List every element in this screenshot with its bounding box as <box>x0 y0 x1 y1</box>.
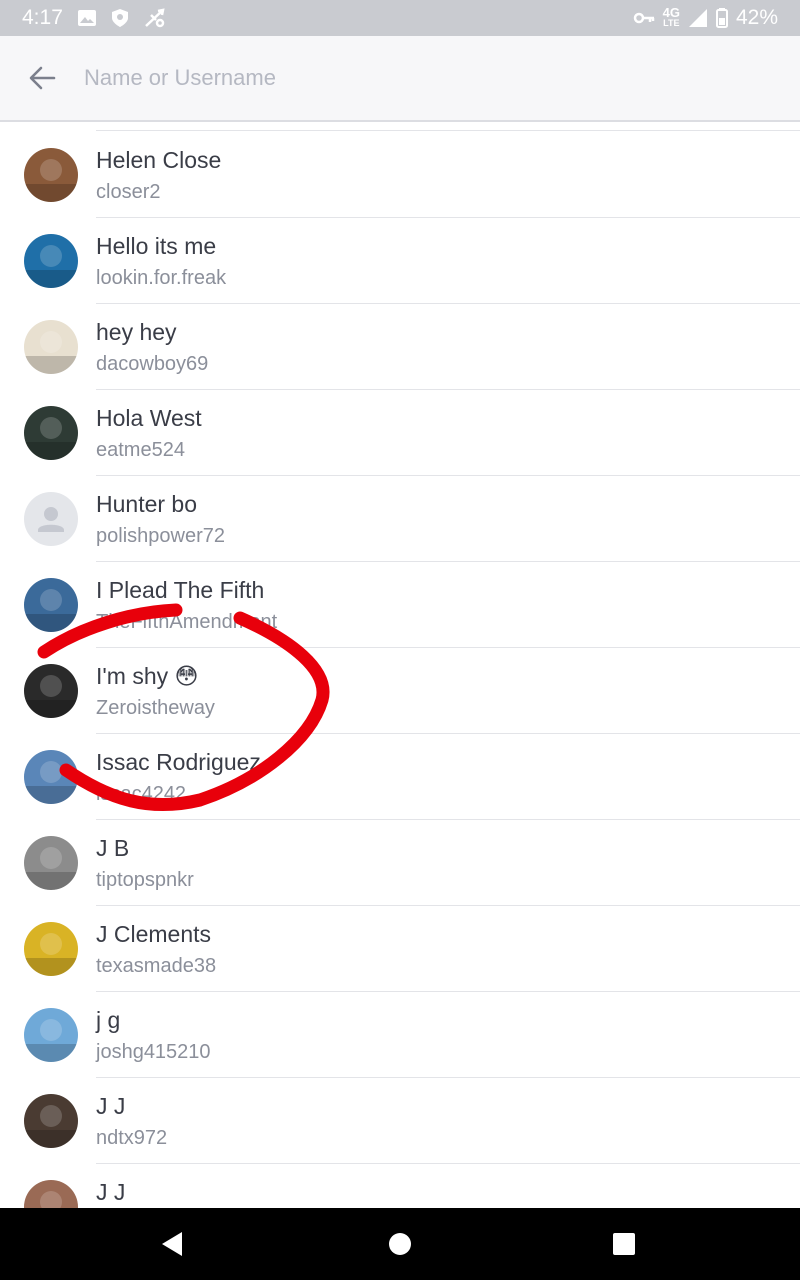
contact-name: Hello its me <box>96 233 217 259</box>
image-icon <box>77 9 97 27</box>
avatar <box>24 492 78 546</box>
contact-row[interactable]: Helen Close closer2 <box>0 132 800 218</box>
avatar <box>24 1180 78 1208</box>
contact-name: Hola West <box>96 405 202 431</box>
avatar-photo <box>24 1180 78 1208</box>
status-bar: 4:17 4G LTE 42% <box>0 0 800 36</box>
contact-name: hey hey <box>96 319 177 345</box>
contact-username: tiptopspnkr <box>96 869 194 891</box>
contact-username: dacowboy69 <box>96 353 209 375</box>
home-nav-button[interactable] <box>380 1224 420 1264</box>
avatar <box>24 578 78 632</box>
network-subtype: LTE <box>663 18 680 28</box>
avatar <box>24 406 78 460</box>
contact-name: Issac Rodriguez <box>96 749 261 775</box>
avatar <box>24 148 78 202</box>
contact-name: J J <box>96 1179 126 1205</box>
arrow-left-icon <box>29 66 56 90</box>
avatar <box>24 750 78 804</box>
network-type: 4G <box>662 5 680 20</box>
avatar <box>24 234 78 288</box>
back-triangle-icon <box>162 1232 182 1256</box>
contact-name: I Plead The Fifth <box>96 577 265 603</box>
avatar <box>24 1094 78 1148</box>
contact-username: joshg415210 <box>96 1041 211 1063</box>
avatar-photo <box>24 1094 78 1148</box>
contact-name: Helen Close <box>96 147 222 173</box>
contact-name: J B <box>96 835 130 861</box>
avatar-photo <box>24 234 78 288</box>
shield-icon <box>111 8 129 28</box>
contact-username: TheFifthAmendment <box>96 611 278 633</box>
avatar-photo <box>24 320 78 374</box>
navigation-bar <box>0 1208 800 1280</box>
avatar <box>24 836 78 890</box>
avatar-photo <box>24 922 78 976</box>
avatar-photo <box>24 406 78 460</box>
avatar <box>24 320 78 374</box>
contact-row[interactable]: J Clements texasmade38 <box>0 906 800 992</box>
search-header <box>0 36 800 122</box>
contact-name: j g <box>96 1007 121 1033</box>
recents-nav-button[interactable] <box>604 1224 644 1264</box>
contact-name: Hunter bo <box>96 491 198 517</box>
recents-square-icon <box>613 1233 635 1255</box>
list-divider <box>96 130 800 131</box>
contact-username: polishpower72 <box>96 525 225 547</box>
avatar-photo <box>24 578 78 632</box>
contact-row[interactable]: Hunter bo polishpower72 <box>0 476 800 562</box>
contact-row[interactable]: J B tiptopspnkr <box>0 820 800 906</box>
contact-row[interactable]: Hello its me lookin.for.freak <box>0 218 800 304</box>
contact-name: I'm shy 😳 <box>96 663 199 689</box>
contact-row[interactable]: I'm shy 😳 Zeroistheway <box>0 648 800 734</box>
avatar <box>24 1008 78 1062</box>
status-time: 4:17 <box>22 6 63 29</box>
avatar-photo <box>24 836 78 890</box>
contact-row[interactable]: J J <box>0 1164 800 1208</box>
avatar-photo <box>24 1008 78 1062</box>
key-icon <box>633 11 655 25</box>
contact-row[interactable]: I Plead The Fifth TheFifthAmendment <box>0 562 800 648</box>
contact-row[interactable]: hey hey dacowboy69 <box>0 304 800 390</box>
contact-username: eatme524 <box>96 439 185 461</box>
avatar <box>24 922 78 976</box>
back-button[interactable] <box>0 35 84 121</box>
home-circle-icon <box>389 1233 411 1255</box>
contact-name: J Clements <box>96 921 212 947</box>
avatar-photo <box>24 664 78 718</box>
avatar-photo <box>24 750 78 804</box>
battery-icon <box>715 8 728 28</box>
contact-username: closer2 <box>96 181 161 203</box>
contact-name: J J <box>96 1093 126 1119</box>
contact-username: texasmade38 <box>96 955 217 977</box>
signal-icon <box>688 8 708 28</box>
avatar-photo <box>24 148 78 202</box>
usb-icon <box>143 7 167 29</box>
back-nav-button[interactable] <box>152 1224 192 1264</box>
contact-row[interactable]: Issac Rodriguez issac4242 <box>0 734 800 820</box>
contact-row[interactable]: J J ndtx972 <box>0 1078 800 1164</box>
default-avatar-icon <box>24 492 78 546</box>
contact-row[interactable]: j g joshg415210 <box>0 992 800 1078</box>
contact-username: Zeroistheway <box>96 697 215 719</box>
contact-row[interactable]: Hola West eatme524 <box>0 390 800 476</box>
contact-username: issac4242 <box>96 783 187 805</box>
search-input[interactable] <box>84 53 764 103</box>
contact-list[interactable]: Helen Close closer2 Hello its me lookin.for… <box>0 124 800 1208</box>
contact-username: ndtx972 <box>96 1127 168 1149</box>
avatar <box>24 664 78 718</box>
contact-username: lookin.for.freak <box>96 267 227 289</box>
battery-level: 42% <box>735 6 778 29</box>
